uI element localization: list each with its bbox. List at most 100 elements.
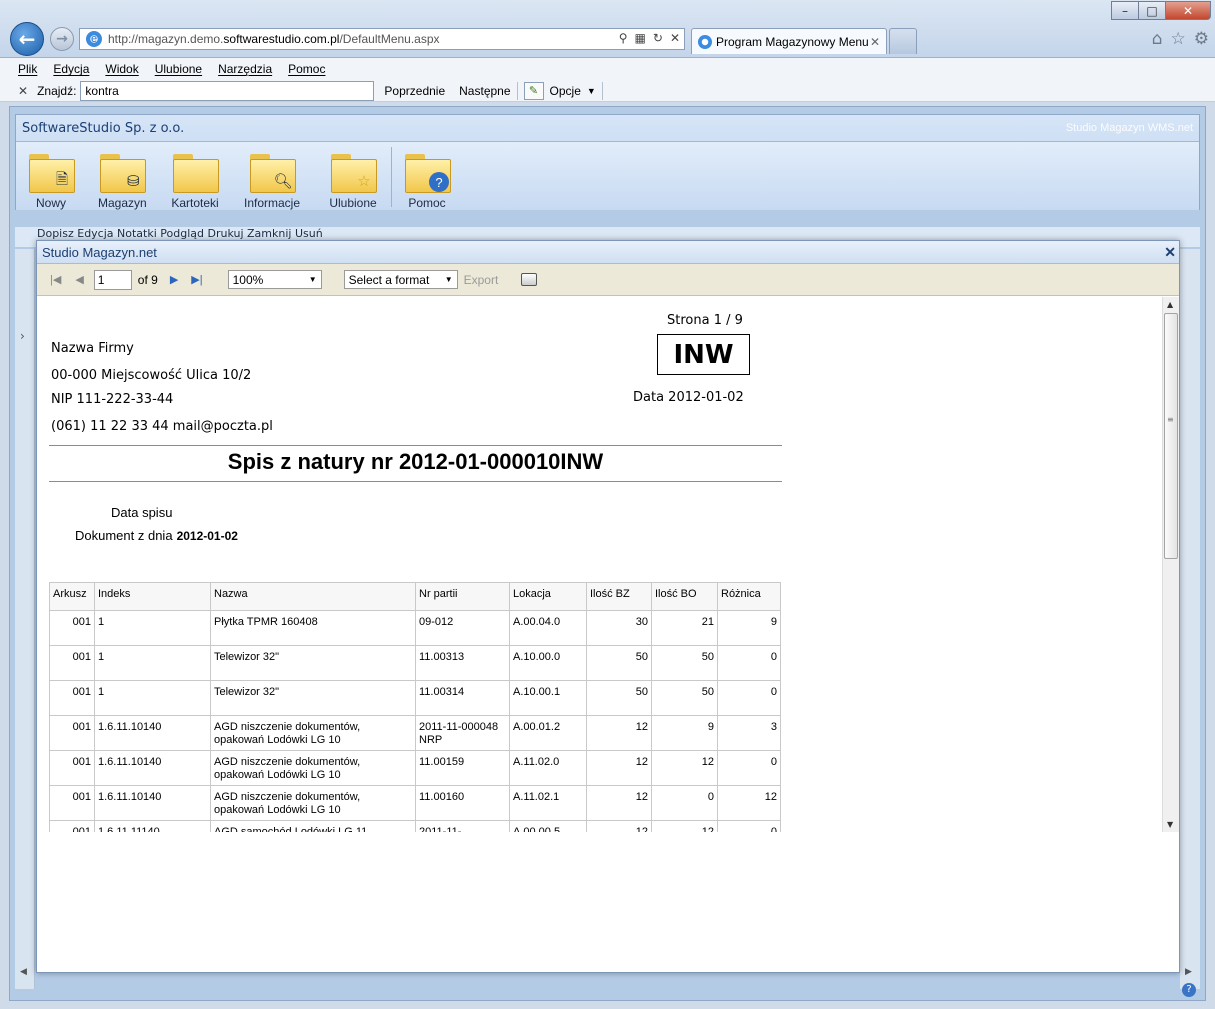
- document-icon: 🗎: [55, 170, 69, 188]
- new-document-folder-icon: 🗎: [27, 150, 75, 193]
- cell-nr-partii: 11.00314: [415, 680, 510, 716]
- url-path: /DefaultMenu.aspx: [339, 32, 440, 46]
- ribbon-label: Kartoteki: [171, 196, 219, 210]
- find-separator: [516, 81, 518, 100]
- document-date: Data 2012-01-02: [633, 390, 744, 405]
- first-page-icon[interactable]: |◀: [50, 273, 61, 286]
- zoom-select[interactable]: 100% ▼: [227, 270, 322, 289]
- maximize-button[interactable]: □: [1138, 1, 1165, 20]
- tab-close-icon[interactable]: ✕: [870, 35, 880, 49]
- cell-ilosc-bo: 12: [651, 820, 718, 832]
- close-find-icon[interactable]: ✕: [18, 84, 28, 98]
- dialog-close-icon[interactable]: ✕: [1164, 244, 1176, 261]
- ribbon-label: Magazyn: [98, 196, 147, 210]
- find-next-button[interactable]: Następne: [459, 84, 510, 98]
- menu-narzedzia[interactable]: Narzędzia: [218, 62, 272, 76]
- next-page-icon[interactable]: ▶: [170, 273, 178, 286]
- browser-tab[interactable]: Program Magazynowy Menu ✕: [691, 28, 887, 54]
- ribbon-kartoteki-button[interactable]: Kartoteki: [171, 150, 219, 210]
- search-icon[interactable]: ⚲: [619, 31, 628, 45]
- minimize-button[interactable]: –: [1111, 1, 1138, 20]
- menu-ulubione[interactable]: Ulubione: [155, 62, 202, 76]
- address-bar[interactable]: e http://magazyn.demo. softwarestudio.com…: [79, 28, 685, 50]
- report-scrollbar[interactable]: ▲ ≡ ▼: [1162, 297, 1179, 832]
- star-icon: ☆: [357, 173, 371, 190]
- table-row: 001 1 Telewizor 32" 11.00314 A.10.00.1 5…: [49, 680, 781, 716]
- back-button[interactable]: ←: [10, 22, 44, 56]
- cell-roznica: 9: [717, 610, 781, 646]
- refresh-icon[interactable]: ↻: [653, 31, 663, 45]
- menu-widok[interactable]: Widok: [105, 62, 138, 76]
- chevron-down-icon: ▼: [444, 275, 453, 284]
- last-page-icon[interactable]: ▶|: [191, 273, 202, 286]
- home-icon[interactable]: ⌂: [1152, 29, 1163, 49]
- format-select[interactable]: Select a format ▼: [343, 270, 458, 289]
- menu-plik[interactable]: Plik: [18, 62, 37, 76]
- cell-lokacja: A.10.00.1: [509, 680, 587, 716]
- firm-name: Nazwa Firmy: [51, 341, 134, 356]
- back-arrow-icon: ←: [18, 27, 36, 51]
- cell-nr-partii: 11.00159: [415, 750, 510, 786]
- find-input[interactable]: [80, 80, 375, 101]
- cell-ilosc-bz: 50: [586, 680, 652, 716]
- search-folder-icon: 🔍︎: [248, 150, 297, 193]
- firm-nip: NIP 111-222-33-44: [51, 392, 174, 407]
- ribbon-magazyn-button[interactable]: ⛁ Magazyn: [98, 150, 147, 210]
- zoom-value: 100%: [232, 272, 264, 287]
- browser-titlebar: – □ ✕ ← → e http://magazyn.demo. software…: [0, 0, 1215, 58]
- help-small-icon[interactable]: ?: [1182, 983, 1196, 997]
- find-previous-button[interactable]: Poprzednie: [384, 84, 445, 98]
- ribbon-ulubione-button[interactable]: ☆ Ulubione: [329, 150, 377, 210]
- close-window-button[interactable]: ✕: [1165, 1, 1211, 20]
- report-area: Strona 1 / 9 INW Data 2012-01-02 Nazwa F…: [37, 297, 1179, 972]
- scroll-up-icon[interactable]: ▲: [1167, 300, 1173, 309]
- export-link[interactable]: Export: [464, 273, 499, 287]
- forward-button[interactable]: →: [50, 27, 74, 51]
- new-tab-button[interactable]: [889, 28, 917, 54]
- favorites-star-icon[interactable]: ☆: [1171, 29, 1186, 49]
- ribbon-nowy-button[interactable]: 🗎 Nowy: [27, 150, 75, 210]
- find-bar: ✕ Znajdź: Poprzednie Następne ✎ Opcje ▼: [0, 80, 1215, 102]
- tools-gear-icon[interactable]: ⚙: [1194, 29, 1209, 49]
- chevron-down-icon[interactable]: ▼: [587, 86, 596, 96]
- stop-icon[interactable]: ✕: [670, 31, 680, 45]
- ribbon-pomoc-button[interactable]: ? Pomoc: [403, 150, 451, 210]
- scroll-left-icon[interactable]: ◀: [20, 967, 27, 977]
- cell-arkusz: 001: [49, 715, 95, 751]
- cell-nazwa: Telewizor 32": [210, 645, 416, 681]
- scroll-right-icon[interactable]: ▶: [1185, 967, 1192, 977]
- ie-page-icon: e: [86, 31, 102, 47]
- cell-ilosc-bo: 12: [651, 750, 718, 786]
- expand-arrow-icon[interactable]: ›: [20, 329, 25, 343]
- printer-icon[interactable]: [521, 273, 538, 286]
- database-icon: ⛁: [127, 173, 140, 190]
- page-number-input[interactable]: [93, 269, 132, 290]
- help-icon: ?: [429, 172, 449, 192]
- cell-nazwa: AGD niszczenie dokumentów, opakowań Lodó…: [210, 750, 416, 786]
- menu-pomoc[interactable]: Pomoc: [288, 62, 325, 76]
- ribbon-label: Ulubione: [329, 196, 377, 210]
- window-controls: – □ ✕: [1111, 1, 1211, 20]
- report-page: Strona 1 / 9 INW Data 2012-01-02 Nazwa F…: [37, 297, 1157, 832]
- cell-lokacja: A.00.04.0: [509, 610, 587, 646]
- cell-nazwa: AGD niszczenie dokumentów, opakowań Lodó…: [210, 785, 416, 821]
- cell-nr-partii: 11.00160: [415, 785, 510, 821]
- cell-lokacja: A.00.00.5: [509, 820, 587, 832]
- highlight-pen-icon[interactable]: ✎: [523, 81, 544, 100]
- find-options-button[interactable]: Opcje: [550, 84, 581, 98]
- cell-indeks: 1.6.11.11140: [94, 820, 211, 832]
- cell-nr-partii: 11.00313: [415, 645, 510, 681]
- compatibility-icon[interactable]: ▦: [635, 31, 646, 45]
- cell-roznica: 0: [717, 750, 781, 786]
- browser-menubar: Plik Edycja Widok Ulubione Narzędzia Pom…: [0, 58, 1215, 80]
- firm-address: 00-000 Miejscowość Ulica 10/2: [51, 368, 252, 383]
- brand-label: Studio Magazyn WMS.net: [1065, 122, 1193, 134]
- prev-page-icon[interactable]: ◀: [75, 273, 83, 286]
- scroll-down-icon[interactable]: ▼: [1167, 820, 1173, 829]
- ribbon-informacje-button[interactable]: 🔍︎ Informacje: [244, 150, 300, 210]
- column-header: Różnica: [717, 582, 781, 611]
- menu-edycja[interactable]: Edycja: [53, 62, 89, 76]
- cell-nazwa: AGD niszczenie dokumentów, opakowań Lodó…: [210, 715, 416, 751]
- scroll-grip-icon: ≡: [1167, 415, 1174, 424]
- scrollbar-thumb[interactable]: [1164, 313, 1178, 559]
